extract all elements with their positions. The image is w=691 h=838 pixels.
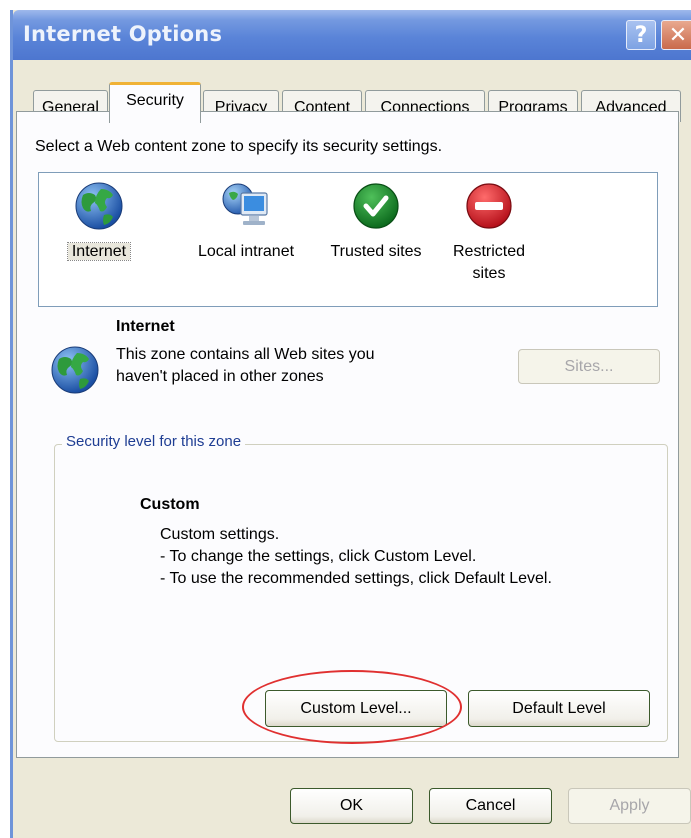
zone-local-intranet[interactable]: Local intranet [181, 181, 311, 263]
globe-icon [51, 346, 99, 394]
description-line: - To use the recommended settings, click… [160, 570, 552, 587]
sites-button[interactable]: Sites... [518, 349, 660, 384]
security-level-group-label: Security level for this zone [62, 433, 246, 450]
computer-globe-icon [222, 183, 268, 225]
close-button[interactable]: ✕ [661, 20, 691, 50]
security-level-name: Custom [140, 496, 200, 513]
zone-description: This zone contains all Web sites you hav… [116, 344, 436, 388]
custom-level-button[interactable]: Custom Level... [265, 690, 447, 727]
default-level-button[interactable]: Default Level [468, 690, 650, 727]
window-title: Internet Options [23, 22, 223, 46]
checkmark-icon [353, 183, 399, 229]
selected-zone-name: Internet [116, 318, 175, 335]
zone-trusted-sites[interactable]: Trusted sites [321, 181, 431, 263]
description-line: - To change the settings, click Custom L… [160, 548, 477, 565]
tab-security[interactable]: Security [109, 82, 201, 123]
zone-internet[interactable]: Internet [44, 181, 154, 263]
zone-description-line: haven't placed in other zones [116, 368, 324, 385]
apply-button[interactable]: Apply [568, 788, 691, 824]
title-bar[interactable]: Internet Options ? ✕ [13, 10, 691, 60]
zone-instruction: Select a Web content zone to specify its… [35, 138, 443, 155]
security-level-description: Custom settings. - To change the setting… [160, 524, 552, 590]
zone-restricted-sites[interactable]: Restricted sites [434, 181, 544, 285]
globe-icon [75, 182, 123, 230]
no-entry-icon [466, 183, 512, 229]
zone-list: Internet Local intranet Trusted sites Re… [38, 172, 658, 307]
zone-description-line: This zone contains all Web sites you [116, 346, 375, 363]
zone-label: Internet [66, 242, 132, 261]
description-line: Custom settings. [160, 526, 280, 543]
ok-button[interactable]: OK [290, 788, 413, 824]
zone-label: Restricted sites [452, 243, 526, 282]
cancel-button[interactable]: Cancel [429, 788, 552, 824]
zone-label: Trusted sites [330, 243, 422, 260]
help-button[interactable]: ? [626, 20, 656, 50]
zone-label: Local intranet [197, 243, 295, 260]
